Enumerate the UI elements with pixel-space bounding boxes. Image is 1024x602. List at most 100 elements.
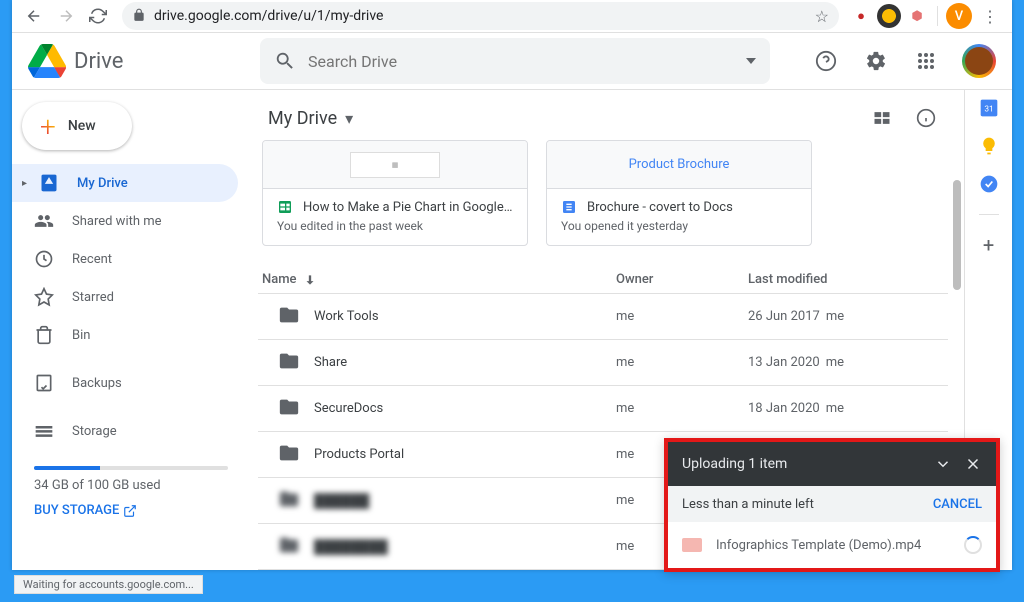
drive-logo-icon: [28, 42, 66, 80]
upload-filename: Infographics Template (Demo).mp4: [716, 538, 921, 553]
suggestion-card[interactable]: Product Brochure Brochure - covert to Do…: [546, 140, 812, 246]
sidebar-item-mydrive[interactable]: ▸ My Drive: [12, 164, 238, 202]
file-modified: 18 Jan 2020me: [748, 401, 948, 416]
suggestions-row: ▦ How to Make a Pie Chart in Google S...…: [258, 140, 948, 266]
chevron-down-icon[interactable]: ▾: [345, 109, 353, 128]
scrollbar-thumb[interactable]: [953, 180, 961, 290]
folder-icon: [278, 304, 300, 330]
app-header: Drive: [12, 33, 1012, 89]
back-button[interactable]: [20, 2, 48, 30]
trash-icon: [34, 325, 54, 345]
mydrive-icon: [39, 173, 59, 193]
address-bar[interactable]: drive.google.com/drive/u/1/my-drive ☆: [122, 2, 839, 30]
sidebar-item-backups[interactable]: Backups: [12, 364, 238, 402]
plus-icon: +: [40, 110, 56, 143]
storage-text: 34 GB of 100 GB used: [34, 478, 228, 493]
reload-button[interactable]: [84, 2, 112, 30]
file-name: ██████: [314, 493, 369, 509]
sheets-icon: [277, 199, 293, 215]
breadcrumb: My Drive ▾: [250, 96, 964, 140]
add-addon-icon[interactable]: +: [979, 235, 999, 255]
settings-button[interactable]: [856, 41, 896, 81]
upload-subheader: Less than a minute left CANCEL: [668, 486, 996, 522]
file-list-header[interactable]: Name Owner Last modified: [258, 266, 948, 294]
star-icon[interactable]: ☆: [815, 7, 829, 26]
profile-avatar[interactable]: V: [946, 3, 972, 29]
extension-icon-3[interactable]: ⬢: [905, 4, 929, 28]
info-button[interactable]: [906, 98, 946, 138]
sort-arrow-icon[interactable]: [303, 273, 317, 287]
backup-icon: [34, 373, 54, 393]
file-owner: me: [616, 355, 748, 370]
clock-icon: [34, 249, 54, 269]
browser-status-bar: Waiting for accounts.google.com...: [14, 575, 203, 594]
forward-button[interactable]: [52, 2, 80, 30]
people-icon: [34, 211, 54, 231]
sidebar-item-bin[interactable]: Bin: [12, 316, 238, 354]
file-name: Share: [314, 355, 347, 370]
breadcrumb-title[interactable]: My Drive: [268, 108, 337, 129]
search-input[interactable]: [308, 52, 734, 71]
storage-meter: [34, 466, 228, 470]
sidebar-item-starred[interactable]: Starred: [12, 278, 238, 316]
suggestion-card[interactable]: ▦ How to Make a Pie Chart in Google S...…: [262, 140, 528, 246]
extension-icon-2[interactable]: [877, 4, 901, 28]
file-modified: 26 Jun 2017me: [748, 309, 948, 324]
apps-button[interactable]: [906, 41, 946, 81]
file-modified: 13 Jan 2020me: [748, 355, 948, 370]
menu-icon[interactable]: ⋮: [976, 2, 1004, 30]
folder-icon: [278, 534, 300, 560]
url-text: drive.google.com/drive/u/1/my-drive: [154, 8, 807, 24]
buy-storage-link[interactable]: BUY STORAGE: [34, 503, 228, 518]
view-toggle-button[interactable]: [862, 98, 902, 138]
docs-icon: [561, 199, 577, 215]
file-name: ████████: [314, 539, 388, 555]
keep-addon-icon[interactable]: [979, 136, 999, 156]
file-owner: me: [616, 309, 748, 324]
help-button[interactable]: [806, 41, 846, 81]
sidebar: + New ▸ My Drive Shared with me Recent S…: [12, 90, 250, 570]
upload-item[interactable]: Infographics Template (Demo).mp4: [668, 522, 996, 568]
thumbnail: Product Brochure: [547, 141, 811, 189]
search-box[interactable]: [260, 38, 770, 84]
cancel-button[interactable]: CANCEL: [933, 497, 982, 512]
logo-area[interactable]: Drive: [28, 42, 260, 80]
file-name: Work Tools: [314, 309, 379, 324]
calendar-addon-icon[interactable]: 31: [979, 98, 999, 118]
browser-toolbar: drive.google.com/drive/u/1/my-drive ☆ ● …: [12, 0, 1012, 33]
chevron-right-icon: ▸: [22, 178, 27, 189]
search-options-icon[interactable]: [746, 58, 756, 64]
new-button[interactable]: + New: [22, 102, 132, 150]
sidebar-item-storage[interactable]: Storage: [12, 412, 238, 450]
star-icon: [34, 287, 54, 307]
video-icon: [682, 538, 702, 552]
folder-icon: [278, 350, 300, 376]
file-owner: me: [616, 401, 748, 416]
storage-icon: [34, 421, 54, 441]
file-row[interactable]: SecureDocs me18 Jan 2020me: [258, 386, 948, 432]
upload-title: Uploading 1 item: [682, 456, 787, 472]
sidebar-item-shared[interactable]: Shared with me: [12, 202, 238, 240]
account-avatar[interactable]: [962, 44, 996, 78]
app-title: Drive: [74, 49, 123, 74]
folder-icon: [278, 442, 300, 468]
svg-text:31: 31: [984, 104, 993, 114]
file-name: SecureDocs: [314, 401, 383, 416]
tasks-addon-icon[interactable]: [979, 174, 999, 194]
lock-icon: [132, 7, 146, 26]
file-row[interactable]: Work Tools me26 Jun 2017me: [258, 294, 948, 340]
folder-icon: [278, 488, 300, 514]
search-icon: [274, 50, 296, 72]
file-row[interactable]: Share me13 Jan 2020me: [258, 340, 948, 386]
thumbnail: ▦: [263, 141, 527, 189]
sidebar-item-recent[interactable]: Recent: [12, 240, 238, 278]
file-name: Products Portal: [314, 447, 404, 462]
minimize-icon[interactable]: [934, 455, 952, 473]
close-icon[interactable]: [964, 455, 982, 473]
extension-icon-1[interactable]: ●: [849, 4, 873, 28]
upload-header: Uploading 1 item: [668, 442, 996, 486]
spinner-icon: [964, 536, 982, 554]
folder-icon: [278, 396, 300, 422]
new-label: New: [68, 118, 96, 134]
upload-panel: Uploading 1 item Less than a minute left…: [664, 438, 1000, 572]
